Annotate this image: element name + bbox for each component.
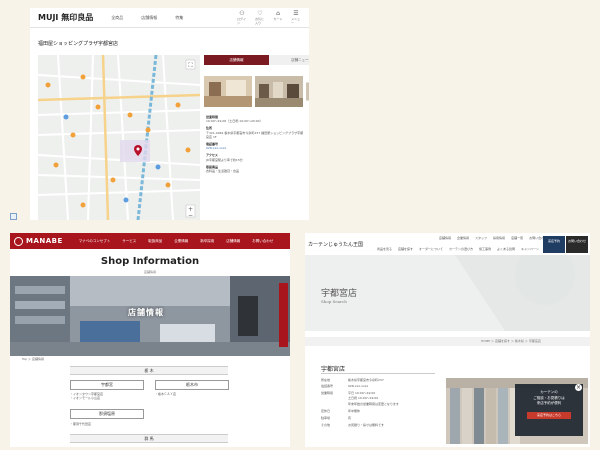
cart-icon[interactable]: ⌂ カート (273, 10, 283, 25)
popup-line: 来店予約が便利 (536, 401, 562, 405)
store-map[interactable]: ⛶ + − (38, 55, 200, 220)
info-row: 営業時間 平日 10:00～19:00 (321, 391, 376, 395)
svg-text:−: − (188, 212, 193, 219)
nav-service[interactable]: サービス (122, 239, 136, 244)
nav-link[interactable]: カーテンの選び方 (449, 247, 473, 251)
nav-link[interactable]: 商品を見る (377, 247, 392, 251)
store-info: 営業時間 10:00～19:00（土日祝:10:00～20:00） 住所 〒32… (206, 112, 306, 173)
area-utsunomiya-button[interactable]: 宇都宮 (70, 380, 144, 390)
nav-link[interactable]: キャンペーン (521, 247, 539, 251)
store-photo-3[interactable] (306, 76, 309, 107)
page-subtitle: 店舗情報 (143, 270, 156, 274)
contact-button[interactable]: お問い合わせ (566, 236, 588, 253)
nav-features[interactable]: 特集 (175, 15, 183, 21)
breadcrumb[interactable]: Top ＞ 店舗情報 (22, 357, 44, 361)
shop-list-nasu: ・那須千代田店 (70, 422, 91, 426)
nav-link[interactable]: オーダーについて (419, 247, 443, 251)
nav-company[interactable]: 企業情報 (174, 239, 188, 244)
manabe-header: MANABE マナベのコンセプト サービス 取扱商品 企業情報 新卒採用 店舗情… (10, 233, 290, 249)
tab-store-news[interactable]: 店舗ニュース (269, 55, 309, 65)
nav-link[interactable]: 企業情報 (457, 236, 469, 240)
reservation-popup: カーテンの ご相談・お見積りは 来店予約が便利 来店予約はこちら (515, 384, 583, 436)
main-nav: 商品を見る 店舗を探す オーダーについて カーテンの選び方 施工事例 よくある質… (377, 247, 539, 251)
info-row: 定休日 年中無休 (321, 409, 361, 413)
info-row: 所在地 栃木県宇都宮市今泉町237 (321, 378, 384, 382)
nav-products[interactable]: 取扱商品 (148, 239, 162, 244)
section-gunma: 群 馬 (70, 434, 228, 443)
side-tab[interactable] (279, 283, 288, 347)
store-title: 福田屋ショッピングプラザ宇都宮店 (38, 41, 119, 47)
nav-link[interactable]: 店舗を探す (398, 247, 413, 251)
nav-store-info[interactable]: 店舗情報 (141, 15, 157, 21)
broken-image-icon (10, 213, 17, 220)
nav-contact[interactable]: お問い合わせ (252, 239, 273, 244)
menu-icon[interactable]: ☰ メニュー (291, 10, 301, 25)
access-value: JR宇都宮駅より車で約15分 (206, 157, 243, 162)
hero-subtitle: Shop Search (321, 299, 347, 304)
nav-link[interactable]: 施工事例 (479, 247, 491, 251)
section-tochigi: 栃 木 (70, 366, 228, 375)
services-value: 衣料品・生活雑貨・食品 (206, 169, 240, 174)
nav-link[interactable]: スタッフ (475, 236, 487, 240)
shop-list-tochigi: ・栃木ＣＡＹ店 (155, 392, 176, 396)
nav-all-products[interactable]: 全商品 (111, 15, 123, 21)
manabe-logo-icon (14, 236, 23, 246)
tab-store-info[interactable]: 店舗情報 (204, 55, 269, 65)
area-tochigi-button[interactable]: 栃木市 (155, 380, 229, 390)
top-nav: 店舗情報 企業情報 スタッフ 採用情報 店舗一覧 お問い合わせ (439, 236, 547, 240)
nav-link[interactable]: よくある質問 (497, 247, 515, 251)
manabe-shop-page: MANABE マナベのコンセプト サービス 取扱商品 企業情報 新卒採用 店舗情… (10, 233, 290, 447)
heart-icon[interactable]: ♡ お気に入り (255, 10, 265, 25)
info-row: 電話番号 028-xxx-xxxx (321, 384, 369, 388)
garden-store-page: カーテンじゅうたん王国 店舗情報 企業情報 スタッフ 採用情報 店舗一覧 お問い… (305, 233, 590, 447)
nav-recruit[interactable]: 新卒採用 (200, 239, 214, 244)
nav-link[interactable]: 店舗情報 (439, 236, 451, 240)
user-icon[interactable]: ⚇ ログイン (237, 10, 247, 25)
nav-shops[interactable]: 店舗情報 (226, 239, 240, 244)
info-row: 駐車場有 (321, 416, 352, 420)
area-nasushiobara-button[interactable]: 那須塩原 (70, 409, 144, 419)
info-row: 年末年始の営業時間は変更となります (348, 402, 399, 406)
hero-title: 宇都宮店 (321, 289, 358, 299)
nav-concept[interactable]: マナベのコンセプト (79, 239, 111, 244)
nav-link[interactable]: 店舗一覧 (511, 236, 523, 240)
garden-logo[interactable]: カーテンじゅうたん王国 (308, 241, 363, 248)
muji-header: MUJI 無印良品 全商品 店舗情報 特集 ⚇ ログイン ♡ お気に入り ⌂ カート … (30, 8, 309, 28)
shop-list-utsunomiya: ・イオンタウン宇都宮店 ・イオンモール小山店 (70, 392, 103, 400)
shop-link[interactable]: ・栃木ＣＡＹ店 (155, 392, 176, 396)
address-value: 〒321-0962 栃木県宇都宮市今泉町237 福田屋ショッピングプラザ宇都宮店… (206, 130, 304, 139)
reserve-button[interactable]: 来店予約 (543, 236, 565, 253)
store-photo-1[interactable] (204, 76, 252, 107)
store-tabs: 店舗情報 店舗ニュース (204, 55, 309, 65)
phone-value[interactable]: 028-xxx-xxxx (206, 146, 306, 150)
info-row: 土日祝 10:00～19:00 (348, 396, 379, 400)
popup-reserve-button[interactable]: 来店予約はこちら (527, 411, 571, 419)
muji-logo[interactable]: MUJI 無印良品 (38, 12, 93, 23)
manabe-logo[interactable]: MANABE (14, 236, 63, 246)
divider (321, 373, 435, 374)
store-photos (204, 76, 309, 107)
hero-label: 店舗情報 (128, 308, 164, 317)
nav-link[interactable]: 採用情報 (493, 236, 505, 240)
muji-store-page: MUJI 無印良品 全商品 店舗情報 特集 ⚇ ログイン ♡ お気に入り ⌂ カート … (30, 8, 309, 220)
hours-value: 10:00～19:00（土日祝:10:00～20:00） (206, 119, 263, 124)
info-row: その他 お見積り・採寸は無料です (321, 423, 385, 427)
store-photo-2[interactable] (255, 76, 303, 107)
breadcrumb[interactable]: HOME ＞ 店舗を探す ＞ 栃木県 ＞ 宇都宮店 (305, 337, 590, 346)
shop-link[interactable]: ・イオンモール小山店 (70, 396, 103, 400)
close-icon[interactable]: × (575, 384, 582, 391)
map-graphic: ⛶ + − (38, 55, 200, 220)
shop-link[interactable]: ・那須千代田店 (70, 422, 91, 426)
store-name: 宇都宮店 (321, 366, 346, 373)
page-title: Shop Information (100, 256, 200, 267)
